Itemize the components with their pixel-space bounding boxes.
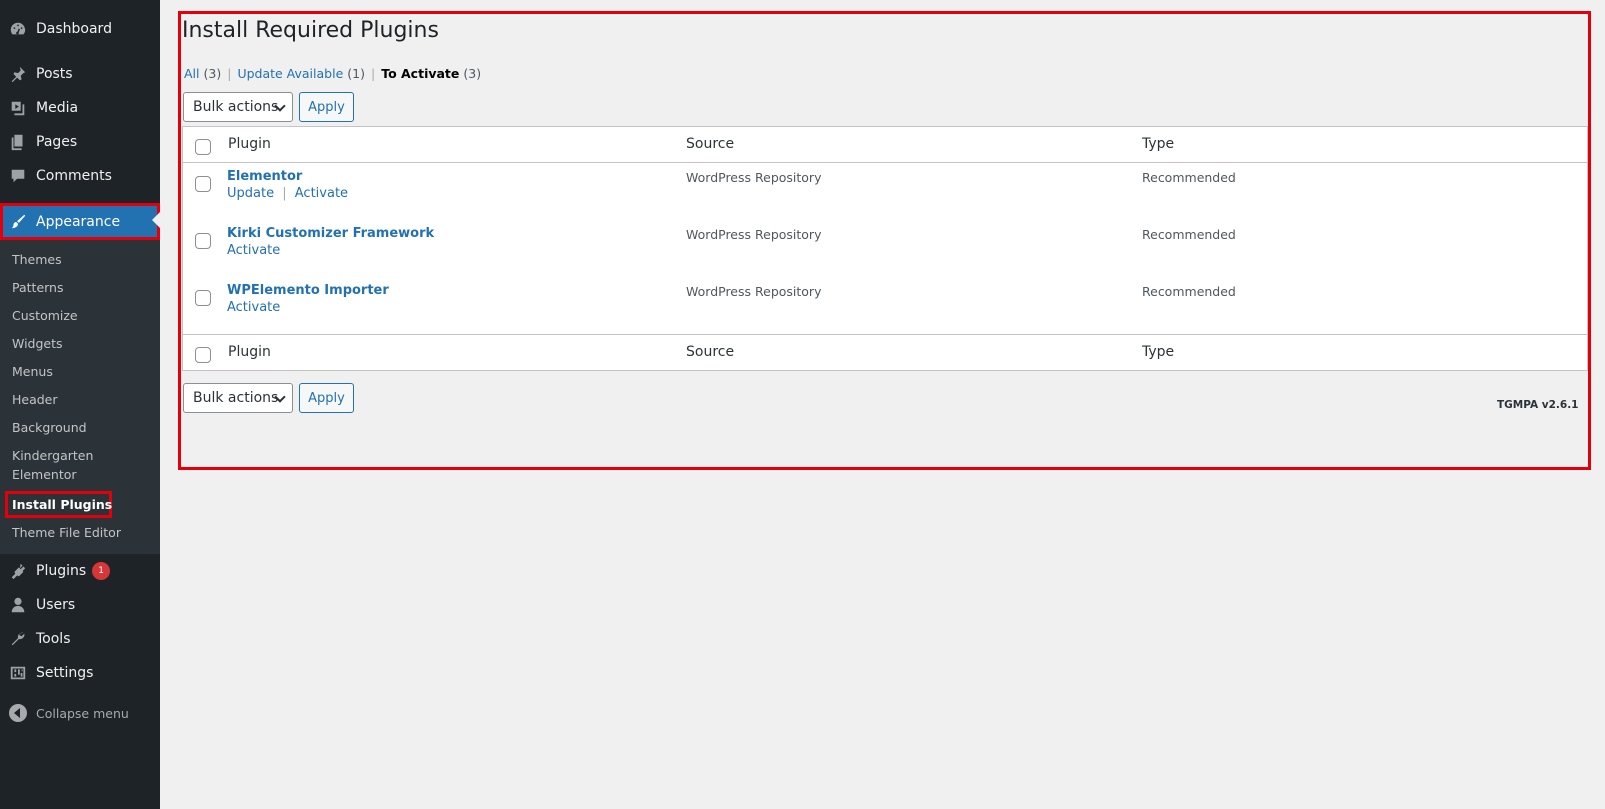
menu-label: Pages: [36, 134, 78, 150]
menu-item-media[interactable]: Media: [0, 91, 160, 125]
table-footer: Plugin Source Type: [183, 334, 1587, 370]
submenu-item-kindergarten[interactable]: Kindergarten: [12, 446, 93, 465]
column-source[interactable]: Source: [686, 136, 734, 152]
status-filters: All (3) | Update Available (1) | To Acti…: [184, 66, 481, 81]
filter-separator: |: [227, 66, 232, 81]
plugin-type: Recommended: [1142, 170, 1236, 185]
row-actions: Activate: [227, 300, 280, 315]
menu-label: Media: [36, 100, 79, 116]
column-type[interactable]: Type: [1142, 136, 1174, 152]
filter-update-available-link[interactable]: Update Available: [237, 66, 343, 81]
tgmpa-version: TGMPA v2.6.1: [1497, 399, 1579, 411]
row-checkbox[interactable]: [195, 233, 211, 249]
row-checkbox[interactable]: [195, 176, 211, 192]
menu-label: Appearance: [36, 213, 121, 230]
apply-button-bottom[interactable]: Apply: [299, 383, 354, 413]
comment-icon: [8, 166, 28, 186]
row-checkbox[interactable]: [195, 290, 211, 306]
menu-item-tools[interactable]: Tools: [0, 622, 160, 656]
activate-link[interactable]: Activate: [227, 300, 280, 315]
bulk-actions-value: Bulk actions: [193, 390, 279, 406]
plugins-table: Plugin Source Type Elementor Update | Ac…: [182, 126, 1588, 371]
pin-icon: [8, 64, 28, 84]
menu-label: Comments: [36, 168, 112, 184]
menu-item-appearance[interactable]: Appearance: [0, 203, 160, 240]
update-count-badge: 1: [92, 562, 111, 580]
bulk-actions-select-top[interactable]: Bulk actions: [183, 92, 293, 122]
plugin-source: WordPress Repository: [686, 227, 822, 242]
activate-link[interactable]: Activate: [227, 243, 280, 258]
menu-label: Users: [36, 597, 76, 613]
pages-icon: [8, 132, 28, 152]
media-icon: [8, 98, 28, 118]
update-link[interactable]: Update: [227, 186, 274, 201]
menu-label: Posts: [36, 66, 73, 82]
paintbrush-icon: [8, 212, 28, 232]
row-actions: Activate: [227, 243, 280, 258]
appearance-submenu: Themes Patterns Customize Widgets Menus …: [0, 240, 160, 554]
plugin-icon: [8, 561, 28, 581]
plugin-source: WordPress Repository: [686, 170, 822, 185]
column-source-footer[interactable]: Source: [686, 344, 734, 360]
apply-button-top[interactable]: Apply: [299, 92, 354, 122]
column-type-footer[interactable]: Type: [1142, 344, 1174, 360]
plugin-type: Recommended: [1142, 284, 1236, 299]
submenu-item-theme-file-editor[interactable]: Theme File Editor: [12, 523, 121, 542]
select-all-checkbox[interactable]: [195, 139, 211, 155]
table-row: WPElemento Importer Activate WordPress R…: [183, 278, 1587, 335]
plugin-source: WordPress Repository: [686, 284, 822, 299]
menu-label: Plugins: [36, 563, 87, 579]
submenu-item-menus[interactable]: Menus: [12, 362, 53, 381]
column-plugin[interactable]: Plugin: [228, 136, 271, 152]
action-separator: |: [282, 186, 287, 201]
submenu-item-background[interactable]: Background: [12, 418, 87, 437]
filter-to-activate-count: (3): [463, 66, 482, 81]
menu-label: Dashboard: [36, 21, 112, 37]
table-row: Kirki Customizer Framework Activate Word…: [183, 221, 1587, 278]
admin-sidebar: Dashboard Posts Media Pages Comments App…: [0, 0, 160, 809]
collapse-menu-button[interactable]: Collapse menu: [0, 696, 160, 730]
submenu-item-elementor[interactable]: Elementor: [12, 465, 77, 484]
filter-all-count: (3): [203, 66, 222, 81]
user-icon: [8, 595, 28, 615]
submenu-item-customize[interactable]: Customize: [12, 306, 78, 325]
submenu-item-install-plugins[interactable]: Install Plugins: [12, 495, 112, 514]
menu-item-posts[interactable]: Posts: [0, 57, 160, 91]
row-actions: Update | Activate: [227, 186, 348, 201]
dashboard-icon: [8, 19, 28, 39]
submenu-item-header[interactable]: Header: [12, 390, 58, 409]
select-all-checkbox-footer[interactable]: [195, 347, 211, 363]
submenu-item-themes[interactable]: Themes: [12, 250, 62, 269]
table-header: Plugin Source Type: [183, 127, 1587, 163]
submenu-item-patterns[interactable]: Patterns: [12, 278, 63, 297]
menu-item-pages[interactable]: Pages: [0, 125, 160, 159]
plugin-type: Recommended: [1142, 227, 1236, 242]
table-row: Elementor Update | Activate WordPress Re…: [183, 164, 1587, 221]
menu-item-users[interactable]: Users: [0, 588, 160, 622]
current-menu-arrow: [152, 212, 160, 228]
column-plugin-footer[interactable]: Plugin: [228, 344, 271, 360]
menu-item-plugins[interactable]: Plugins 1: [0, 554, 160, 588]
menu-label: Tools: [36, 631, 71, 647]
menu-item-settings[interactable]: Settings: [0, 656, 160, 690]
submenu-item-widgets[interactable]: Widgets: [12, 334, 63, 353]
page-title: Install Required Plugins: [182, 18, 439, 43]
plugin-name-link[interactable]: Elementor: [227, 169, 302, 184]
filter-update-available-count: (1): [347, 66, 365, 81]
collapse-icon: [9, 704, 27, 722]
activate-link[interactable]: Activate: [295, 186, 348, 201]
bulk-actions-select-bottom[interactable]: Bulk actions: [183, 383, 293, 413]
settings-icon: [8, 663, 28, 683]
menu-label: Settings: [36, 665, 94, 681]
filter-separator: |: [370, 66, 376, 81]
wrench-icon: [8, 629, 28, 649]
bulk-actions-value: Bulk actions: [193, 99, 279, 115]
menu-item-dashboard[interactable]: Dashboard: [0, 12, 160, 46]
filter-all-link[interactable]: All: [184, 66, 200, 81]
menu-item-comments[interactable]: Comments: [0, 159, 160, 193]
filter-to-activate-current[interactable]: To Activate: [381, 66, 459, 81]
collapse-menu-label: Collapse menu: [36, 705, 129, 721]
plugin-name-link[interactable]: WPElemento Importer: [227, 283, 389, 298]
plugin-name-link[interactable]: Kirki Customizer Framework: [227, 226, 434, 241]
